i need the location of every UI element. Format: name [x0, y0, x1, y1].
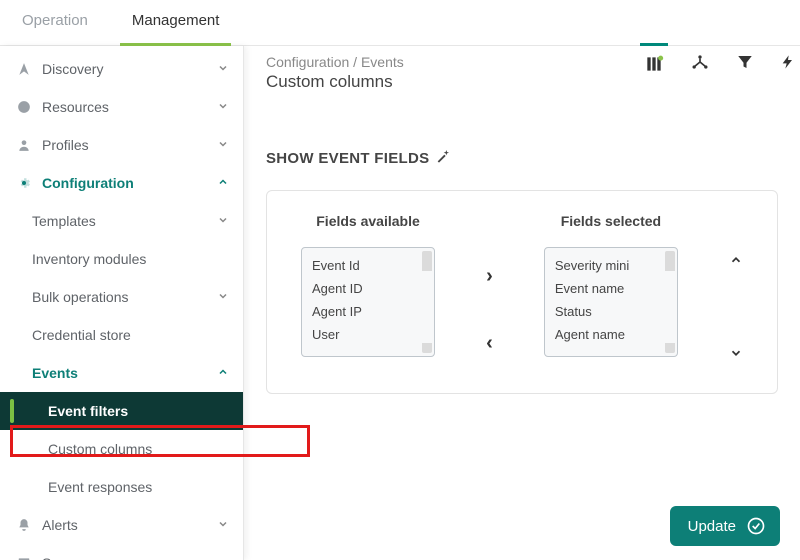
filter-icon[interactable] — [736, 53, 754, 71]
main-content: Configuration / Events Custom columns SH… — [244, 46, 800, 560]
sidebar-item-label: Event filters — [48, 403, 229, 419]
sidebar-item-custom-columns[interactable]: Custom columns — [0, 430, 243, 468]
sidebar-item-credential-store[interactable]: Credential store — [0, 316, 243, 354]
sidebar-item-events[interactable]: Events — [0, 354, 243, 392]
chevron-up-icon — [217, 365, 229, 381]
list-item[interactable]: User — [312, 323, 424, 346]
sidebar-item-discovery[interactable]: Discovery — [0, 50, 243, 88]
resources-icon — [14, 100, 34, 114]
sidebar-item-label: Custom columns — [48, 441, 229, 457]
sidebar-item-alerts[interactable]: Alerts — [0, 506, 243, 544]
bolt-icon[interactable] — [780, 52, 796, 72]
sidebar-item-label: Configuration — [42, 175, 217, 191]
toolbar-icons — [644, 50, 796, 74]
sidebar-item-event-filters[interactable]: Event filters — [0, 392, 243, 430]
network-icon[interactable] — [690, 52, 710, 72]
list-item[interactable]: Event Id — [312, 254, 424, 277]
tab-management[interactable]: Management — [110, 0, 242, 45]
chevron-down-icon — [217, 99, 229, 115]
move-up-button[interactable] — [729, 253, 743, 272]
list-item[interactable]: Status — [555, 300, 667, 323]
sidebar: Discovery Resources Profiles — [0, 46, 244, 560]
chevron-down-icon — [217, 555, 229, 560]
sidebar-item-configuration[interactable]: Configuration — [0, 164, 243, 202]
list-item[interactable]: Agent ID — [312, 277, 424, 300]
chevron-down-icon — [217, 137, 229, 153]
sidebar-item-event-responses[interactable]: Event responses — [0, 468, 243, 506]
list-item[interactable]: Severity mini — [555, 254, 667, 277]
available-column: Fields available Event Id Agent ID Agent… — [301, 213, 435, 357]
move-down-button[interactable] — [729, 346, 743, 365]
update-button[interactable]: Update — [670, 506, 780, 546]
section-title: SHOW EVENT FIELDS — [266, 148, 778, 168]
sidebar-item-templates[interactable]: Templates — [0, 202, 243, 240]
breadcrumb-part[interactable]: Configuration — [266, 54, 349, 70]
chevron-down-icon — [217, 61, 229, 77]
sidebar-item-label: Bulk operations — [32, 289, 217, 305]
selected-column: Fields selected Severity mini Event name… — [544, 213, 678, 357]
list-item[interactable]: Agent name — [555, 323, 667, 346]
chevron-down-icon — [217, 213, 229, 229]
sidebar-item-label: Credential store — [32, 327, 229, 343]
tab-operation[interactable]: Operation — [0, 0, 110, 45]
sidebar-item-label: Profiles — [42, 137, 217, 153]
selected-label: Fields selected — [561, 213, 661, 229]
chevron-down-icon — [217, 289, 229, 305]
list-item[interactable]: Event name — [555, 277, 667, 300]
available-label: Fields available — [316, 213, 420, 229]
bell-icon — [14, 518, 34, 532]
sidebar-item-profiles[interactable]: Profiles — [0, 126, 243, 164]
sidebar-item-label: Resources — [42, 99, 217, 115]
columns-icon[interactable] — [644, 50, 664, 74]
selected-listbox[interactable]: Severity mini Event name Status Agent na… — [544, 247, 678, 357]
sidebar-item-label: Alerts — [42, 517, 217, 533]
sidebar-item-servers[interactable]: Servers — [0, 544, 243, 560]
sidebar-item-bulk-operations[interactable]: Bulk operations — [0, 278, 243, 316]
top-tabs: Operation Management — [0, 0, 800, 46]
sidebar-item-resources[interactable]: Resources — [0, 88, 243, 126]
move-left-button[interactable]: ‹ — [486, 332, 493, 355]
section-title-label: SHOW EVENT FIELDS — [266, 150, 429, 167]
fields-card: Fields available Event Id Agent ID Agent… — [266, 190, 778, 394]
available-listbox[interactable]: Event Id Agent ID Agent IP User — [301, 247, 435, 357]
breadcrumb-part[interactable]: Events — [361, 54, 404, 70]
sidebar-item-label: Event responses — [48, 479, 229, 495]
move-right-button[interactable]: › — [486, 265, 493, 288]
sidebar-item-label: Templates — [32, 213, 217, 229]
sidebar-item-label: Inventory modules — [32, 251, 229, 267]
breadcrumb-sep: / — [349, 54, 361, 70]
sidebar-item-label: Servers — [42, 555, 217, 560]
sidebar-item-label: Discovery — [42, 61, 217, 77]
move-arrows: › ‹ — [486, 223, 493, 355]
page-title: Custom columns — [266, 72, 778, 92]
compass-icon — [14, 62, 34, 76]
reorder-arrows — [729, 213, 743, 365]
gear-icon — [14, 175, 34, 191]
wand-icon — [435, 148, 451, 168]
update-button-label: Update — [688, 518, 736, 535]
chevron-up-icon — [217, 175, 229, 191]
sidebar-item-label: Events — [32, 365, 217, 381]
list-item[interactable]: Agent IP — [312, 300, 424, 323]
check-circle-icon — [746, 516, 766, 536]
chevron-down-icon — [217, 517, 229, 533]
server-icon — [14, 556, 34, 560]
user-icon — [14, 138, 34, 152]
sidebar-item-inventory-modules[interactable]: Inventory modules — [0, 240, 243, 278]
